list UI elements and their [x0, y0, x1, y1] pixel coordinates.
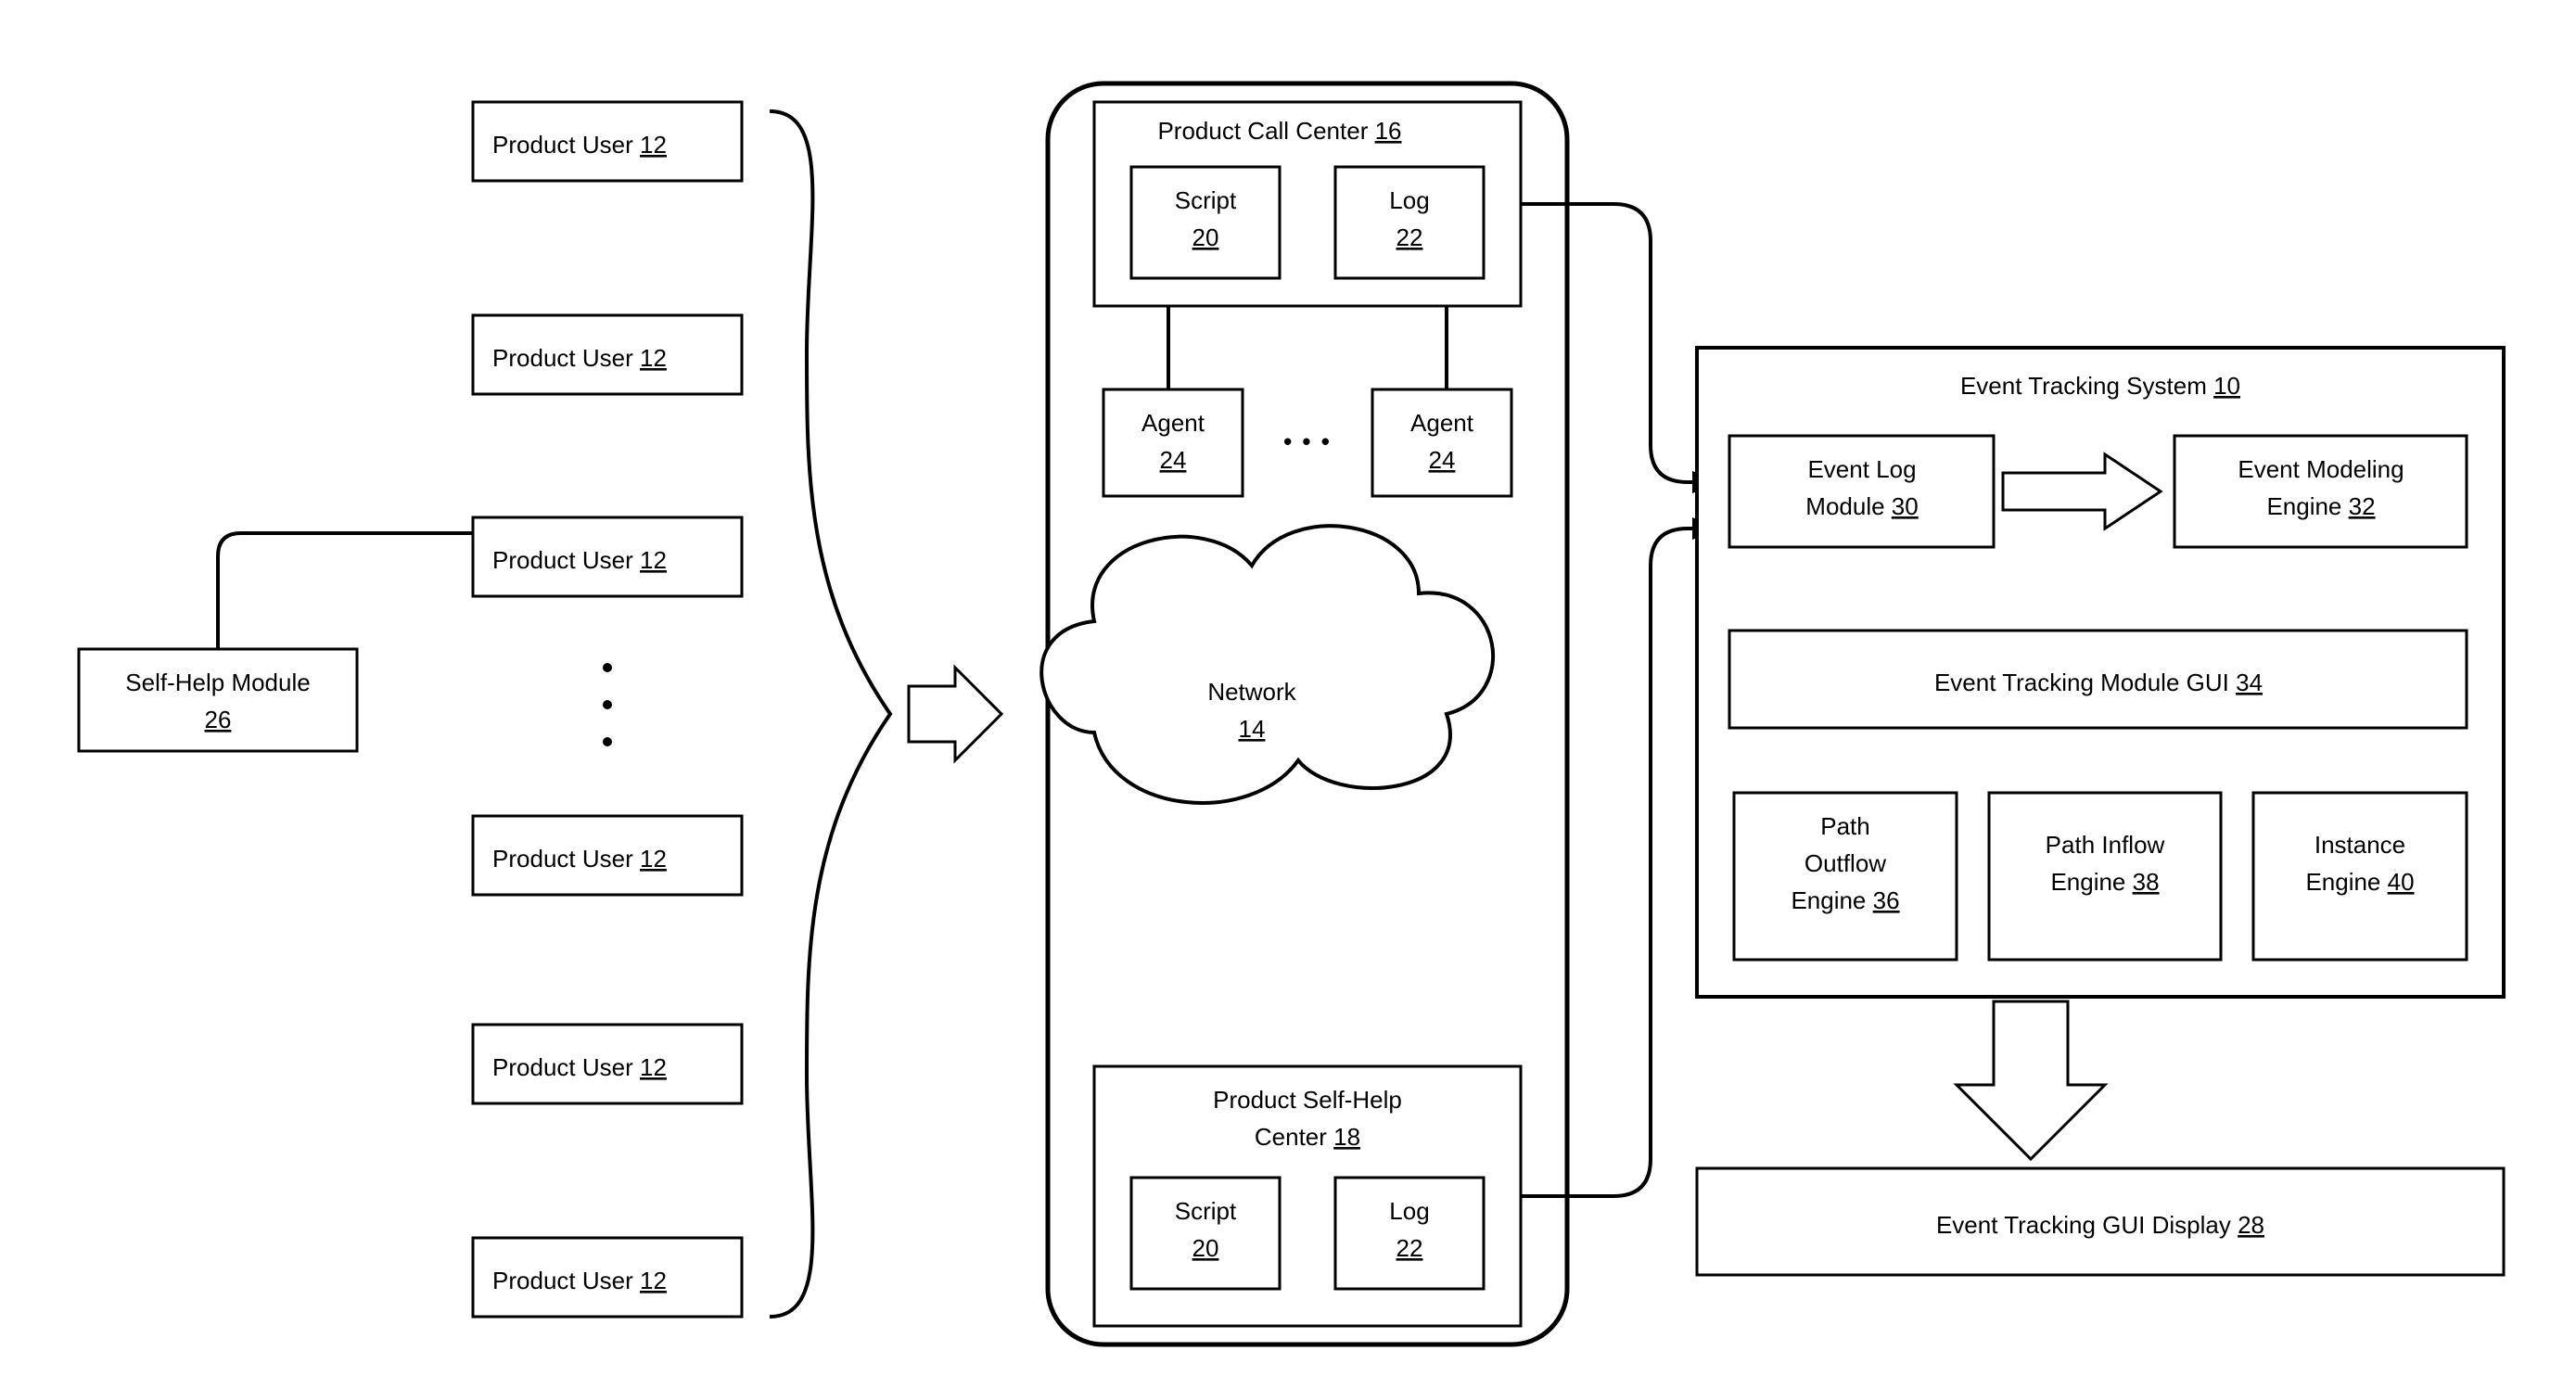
script-num: 20 [1192, 1234, 1219, 1262]
svg-text:Product User 12: Product User 12 [492, 1267, 667, 1294]
self-help-center-num: 18 [1333, 1123, 1360, 1151]
log-label: Log [1389, 1197, 1429, 1225]
path-outflow-label3: Engine [1791, 886, 1866, 914]
event-log-module-label: Event Log [1807, 455, 1916, 483]
path-outflow-num: 36 [1873, 886, 1900, 914]
svg-text:Engine 38: Engine 38 [2050, 868, 2159, 896]
product-user-box: Product User 12 [473, 1238, 742, 1317]
network-num: 14 [1239, 715, 1266, 743]
product-user-box: Product User 12 [473, 816, 742, 895]
block-arrow-down-icon [1957, 1001, 2105, 1159]
svg-text:Center 18: Center 18 [1255, 1123, 1360, 1151]
instance-engine-label: Instance [2315, 831, 2405, 859]
path-outflow-label2: Outflow [1804, 849, 1886, 877]
ets-label: Event Tracking System [1960, 372, 2207, 400]
self-help-module-label: Self-Help Module [125, 669, 310, 696]
script-label: Script [1175, 186, 1237, 214]
script-label: Script [1175, 1197, 1237, 1225]
path-inflow-num: 38 [2133, 868, 2160, 896]
et-gui-display-label: Event Tracking GUI Display [1936, 1211, 2231, 1239]
log-num: 22 [1396, 223, 1423, 251]
self-help-module-box: Self-Help Module 26 [79, 649, 357, 751]
svg-text:Product Call Center 16: Product Call Center 16 [1157, 117, 1401, 145]
svg-text:Module 30: Module 30 [1805, 492, 1918, 520]
etm-gui-num: 34 [2236, 669, 2263, 696]
product-user-num: 12 [640, 344, 667, 372]
svg-text:Product User 12: Product User 12 [492, 131, 667, 159]
self-help-center-label2: Center [1255, 1123, 1327, 1151]
path-inflow-label2: Engine [2050, 868, 2125, 896]
svg-text:Engine 40: Engine 40 [2305, 868, 2414, 896]
self-help-module-num: 26 [205, 706, 232, 733]
block-arrow-icon [909, 668, 1001, 760]
product-user-label: Product User [492, 344, 633, 372]
event-modeling-engine-label2: Engine [2266, 492, 2341, 520]
svg-text:Product User 12: Product User 12 [492, 1053, 667, 1081]
event-log-module-num: 30 [1892, 492, 1919, 520]
log-num: 22 [1396, 1234, 1423, 1262]
diagram-canvas: Product User 12 Product User 12 Product … [0, 0, 2576, 1389]
instance-engine-label2: Engine [2305, 868, 2380, 896]
product-user-label: Product User [492, 845, 633, 873]
svg-text:Product User 12: Product User 12 [492, 344, 667, 372]
horizontal-dots: • • • [1283, 427, 1332, 455]
product-user-num: 12 [640, 1267, 667, 1294]
product-user-num: 12 [640, 131, 667, 159]
svg-text:Event Tracking System 10: Event Tracking System 10 [1960, 372, 2240, 400]
product-user-num: 12 [640, 546, 667, 574]
event-modeling-engine-num: 32 [2349, 492, 2376, 520]
curly-brace-icon [770, 111, 890, 1317]
log-label: Log [1389, 186, 1429, 214]
instance-engine-num: 40 [2388, 868, 2415, 896]
product-user-num: 12 [640, 845, 667, 873]
svg-text:Event Tracking GUI Display 28: Event Tracking GUI Display 28 [1936, 1211, 2264, 1239]
et-gui-display-num: 28 [2238, 1211, 2264, 1239]
product-user-box: Product User 12 [473, 315, 742, 394]
path-outflow-label: Path [1820, 812, 1870, 840]
self-help-center-label: Product Self-Help [1213, 1086, 1402, 1114]
call-center-box: Product Call Center 16 Script 20 Log 22 [1094, 102, 1521, 306]
path-inflow-label: Path Inflow [2046, 831, 2165, 859]
event-modeling-engine-label: Event Modeling [2238, 455, 2404, 483]
product-user-label: Product User [492, 1267, 633, 1294]
agent-box: Agent 24 [1103, 389, 1243, 496]
call-center-label: Product Call Center [1157, 117, 1368, 145]
ets-num: 10 [2213, 372, 2240, 400]
vertical-dots-icon [603, 663, 612, 746]
product-user-box: Product User 12 [473, 1025, 742, 1103]
etm-gui-label: Event Tracking Module GUI [1934, 669, 2229, 696]
product-user-label: Product User [492, 1053, 633, 1081]
call-center-num: 16 [1375, 117, 1402, 145]
agent-label: Agent [1410, 409, 1474, 437]
event-tracking-system-box: Event Tracking System 10 Event Log Modul… [1697, 348, 2504, 997]
connector-line [218, 533, 473, 649]
agent-label: Agent [1141, 409, 1205, 437]
svg-text:Engine 32: Engine 32 [2266, 492, 2375, 520]
svg-text:Product User 12: Product User 12 [492, 845, 667, 873]
agent-box: Agent 24 [1372, 389, 1511, 496]
product-user-num: 12 [640, 1053, 667, 1081]
product-user-box: Product User 12 [473, 517, 742, 596]
product-user-box: Product User 12 [473, 102, 742, 181]
agent-num: 24 [1429, 446, 1456, 474]
agent-num: 24 [1160, 446, 1187, 474]
svg-text:Product User 12: Product User 12 [492, 546, 667, 574]
et-gui-display-box: Event Tracking GUI Display 28 [1697, 1168, 2504, 1275]
self-help-center-box: Product Self-Help Center 18 Script 20 Lo… [1094, 1066, 1521, 1326]
svg-text:Engine 36: Engine 36 [1791, 886, 1899, 914]
script-num: 20 [1192, 223, 1219, 251]
product-user-label: Product User [492, 131, 633, 159]
product-user-label: Product User [492, 546, 633, 574]
event-log-module-label2: Module [1805, 492, 1884, 520]
svg-text:Event Tracking Module GUI 34: Event Tracking Module GUI 34 [1934, 669, 2263, 696]
network-label: Network [1207, 678, 1296, 706]
